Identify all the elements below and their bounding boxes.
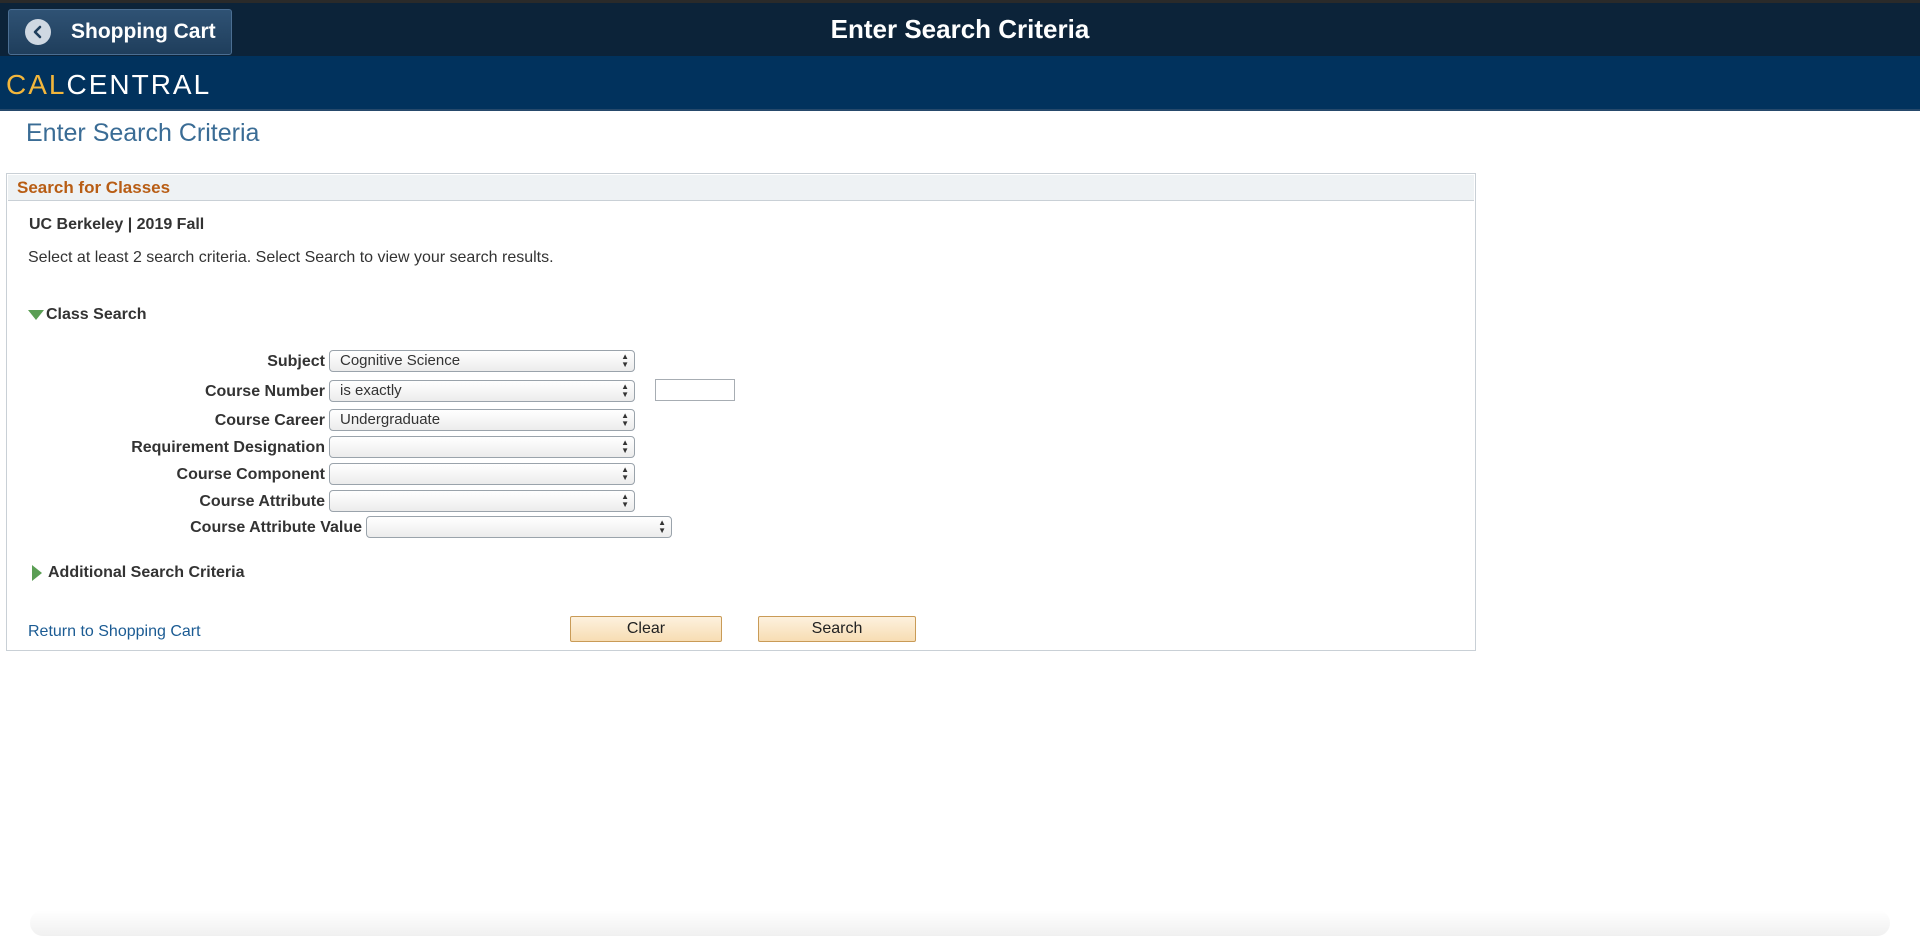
course-attribute-value-label: Course Attribute Value	[190, 519, 362, 536]
logo-cal-text: CAL	[6, 69, 67, 100]
header-title: Enter Search Criteria	[830, 14, 1090, 44]
instructions-text: Select at least 2 search criteria. Selec…	[28, 249, 554, 266]
panel-header: Search for Classes	[8, 175, 1474, 201]
subject-select-value: Cognitive Science	[340, 352, 461, 369]
top-navigation-bar: Shopping Cart Enter Search Criteria	[0, 0, 1920, 56]
course-component-select[interactable]: ▲ ▼	[329, 463, 635, 485]
course-number-input[interactable]	[655, 379, 735, 401]
select-arrows-icon: ▲ ▼	[621, 492, 629, 509]
course-number-operator-select[interactable]: is exactly ▲ ▼	[329, 380, 635, 402]
course-career-label: Course Career	[214, 412, 325, 429]
bottom-shadow	[30, 910, 1890, 936]
course-number-label: Course Number	[204, 383, 325, 400]
term-label: UC Berkeley | 2019 Fall	[29, 216, 205, 233]
course-attribute-value-select[interactable]: ▲ ▼	[366, 516, 672, 538]
requirement-designation-select[interactable]: ▲ ▼	[329, 436, 635, 458]
course-career-select-value: Undergraduate	[340, 411, 441, 428]
additional-search-criteria-label: Additional Search Criteria	[48, 564, 245, 581]
select-arrows-icon: ▲ ▼	[621, 438, 629, 455]
search-button[interactable]: Search	[758, 616, 916, 642]
course-career-select[interactable]: Undergraduate ▲ ▼	[329, 409, 635, 431]
subject-label: Subject	[267, 353, 325, 370]
course-component-label: Course Component	[176, 466, 325, 483]
logo-central-text: CENTRAL	[66, 69, 212, 100]
course-attribute-label: Course Attribute	[199, 493, 325, 510]
select-arrows-icon: ▲ ▼	[621, 352, 629, 369]
return-to-shopping-cart-link[interactable]: Return to Shopping Cart	[28, 623, 201, 641]
additional-search-criteria-toggle[interactable]: Additional Search Criteria	[28, 564, 245, 582]
class-search-toggle[interactable]: Class Search	[28, 306, 147, 324]
select-arrows-icon: ▲ ▼	[621, 382, 629, 399]
class-search-label: Class Search	[46, 306, 147, 323]
brand-bar: CALCENTRAL	[0, 56, 1920, 111]
course-number-operator-value: is exactly	[340, 382, 402, 399]
calcentral-logo[interactable]: CALCENTRAL	[6, 69, 211, 101]
page-title: Enter Search Criteria	[26, 119, 260, 147]
course-attribute-select[interactable]: ▲ ▼	[329, 490, 635, 512]
search-for-classes-panel: Search for Classes UC Berkeley | 2019 Fa…	[6, 173, 1476, 651]
collapsed-triangle-icon	[32, 565, 42, 581]
select-arrows-icon: ▲ ▼	[621, 411, 629, 428]
subject-select[interactable]: Cognitive Science ▲ ▼	[329, 350, 635, 372]
select-arrows-icon: ▲ ▼	[621, 465, 629, 482]
requirement-designation-label: Requirement Designation	[131, 439, 325, 456]
select-arrows-icon: ▲ ▼	[658, 518, 666, 535]
expanded-triangle-icon	[28, 310, 44, 320]
clear-button[interactable]: Clear	[570, 616, 722, 642]
